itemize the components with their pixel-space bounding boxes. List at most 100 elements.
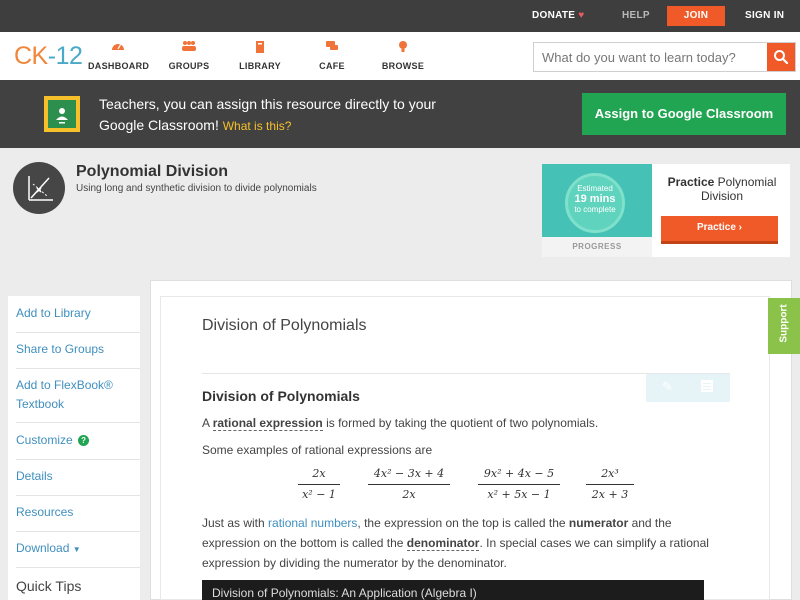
nav-dashboard[interactable]: DASHBOARD [88,40,150,71]
estimate-minutes: 19 mins [574,193,616,205]
fraction-3-numerator: 9x² + 4x − 5 [483,467,555,480]
sidebar-divider [16,531,140,532]
search-input[interactable] [534,43,767,71]
sidebar-resources[interactable]: Resources [16,503,140,522]
help-icon[interactable]: ? [78,435,90,447]
p1-text-b: is formed by taking the quotient of two … [322,416,599,430]
help-link[interactable]: HELP [622,0,650,32]
paragraph-3: Just as with rational numbers, the expre… [202,513,722,573]
graph-icon [13,162,65,214]
practice-title: Practice Polynomial Division [654,175,790,203]
fraction-2-numerator: 4x² − 3x + 4 [373,467,445,480]
pencil-icon[interactable]: ✎ [662,379,673,395]
fraction-1-denominator: x² − 1 [302,488,336,501]
google-classroom-banner: Teachers, you can assign this resource d… [0,80,800,148]
dashboard-icon [88,40,148,56]
sidebar-divider [16,459,140,460]
fraction-4: 2x³ 2x + 3 [586,465,634,504]
nav-cafe[interactable]: CAFE [316,40,348,71]
donate-link[interactable]: DONATE ♥ [532,0,585,32]
practice-button[interactable]: Practice › [661,216,778,244]
fraction-4-denominator: 2x + 3 [591,488,629,501]
customize-label: Customize [16,433,73,447]
sidebar-divider [16,332,140,333]
video-title[interactable]: Division of Polynomials: An Application … [212,586,477,600]
sidebar-divider [16,495,140,496]
estimate-circle: Estimated 19 mins to complete [565,173,625,233]
fraction-bar [368,484,450,485]
sidebar-download[interactable]: Download ▼ [16,539,140,559]
fraction-1: 2x x² − 1 [298,465,340,504]
quick-tips-heading[interactable]: Quick Tips [16,578,81,594]
fraction-1-numerator: 2x [312,467,326,480]
fraction-4-numerator: 2x³ [601,467,619,480]
search-button[interactable] [767,43,795,71]
notes-icon[interactable] [700,379,714,396]
nav-groups-label: GROUPS [168,61,210,71]
what-is-this-link[interactable]: What is this? [223,119,292,133]
page-title: Division of Polynomials [202,317,367,334]
video-player[interactable]: Division of Polynomials: An Application … [202,580,704,600]
fraction-3-denominator: x² + 5x − 1 [487,488,551,501]
nav-library-label: LIBRARY [239,61,281,71]
nav-browse[interactable]: BROWSE [380,40,426,71]
fraction-3: 9x² + 4x − 5 x² + 5x − 1 [478,465,560,504]
search-box [533,42,796,72]
logo-ck: CK [14,42,48,70]
p3-text-b: , the expression on the top is called th… [357,516,569,530]
browse-icon [380,40,426,56]
top-bar: DONATE ♥ HELP JOIN SIGN IN [0,0,800,32]
sidebar-divider [16,422,140,423]
fraction-bar [478,484,560,485]
estimate-label: Estimated [577,184,613,193]
join-button[interactable]: JOIN [667,6,725,26]
concept-title: Polynomial Division [76,163,229,180]
sidebar-customize[interactable]: Customize ? [16,431,140,450]
nav-dashboard-label: DASHBOARD [88,61,150,71]
nav-library[interactable]: LIBRARY [238,40,282,71]
progress-panel: Estimated 19 mins to complete PROGRESS [542,164,652,257]
signin-link[interactable]: SIGN IN [745,0,784,32]
p3-text-a: Just as with [202,516,269,530]
sidebar-divider [16,567,140,568]
fraction-2-denominator: 2x [402,488,416,501]
sidebar-add-to-library[interactable]: Add to Library [16,304,140,323]
sidebar-share-to-groups[interactable]: Share to Groups [16,340,140,359]
estimate-complete: to complete [574,205,616,214]
concept-subtitle: Using long and synthetic division to div… [76,183,317,194]
banner-text: Teachers, you can assign this resource d… [99,94,459,137]
nav-cafe-label: CAFE [319,61,345,71]
groups-icon [166,40,212,56]
practice-title-bold: Practice [667,175,715,189]
sidebar-add-to-flexbook[interactable]: Add to FlexBook® Textbook [16,376,126,414]
cafe-icon [316,40,348,56]
rational-expression-term[interactable]: rational expression [212,416,323,431]
rational-numbers-link[interactable]: rational numbers [268,516,357,530]
nav-browse-label: BROWSE [381,61,425,71]
logo-dash: - [47,42,56,70]
progress-label: PROGRESS [572,242,622,251]
caret-down-icon: ▼ [72,545,81,554]
heart-icon: ♥ [578,10,585,21]
numerator-term: numerator [568,516,629,530]
sidebar-details[interactable]: Details [16,467,140,486]
paragraph-2: Some examples of rational expressions ar… [202,443,433,457]
google-classroom-icon [44,96,80,132]
fraction-bar [586,484,634,485]
nav-groups[interactable]: GROUPS [166,40,212,71]
support-tab[interactable]: Support [768,298,800,354]
sidebar-divider [16,368,140,369]
assign-google-classroom-button[interactable]: Assign to Google Classroom [582,93,786,135]
fraction-bar [298,484,340,485]
content-toolbar: ✎ [646,374,730,402]
ck12-logo[interactable]: CK-12 [14,42,83,71]
chevron-right-icon: › [738,222,743,233]
support-label: Support [778,304,790,343]
paragraph-1: A rational expression is formed by takin… [202,413,722,433]
p1-text-a: A [202,416,213,430]
concept-header: Polynomial Division Using long and synth… [0,148,800,280]
section-heading: Division of Polynomials [202,388,360,404]
search-icon [774,50,789,65]
fraction-2: 4x² − 3x + 4 2x [368,465,450,504]
denominator-term[interactable]: denominator [406,536,480,551]
